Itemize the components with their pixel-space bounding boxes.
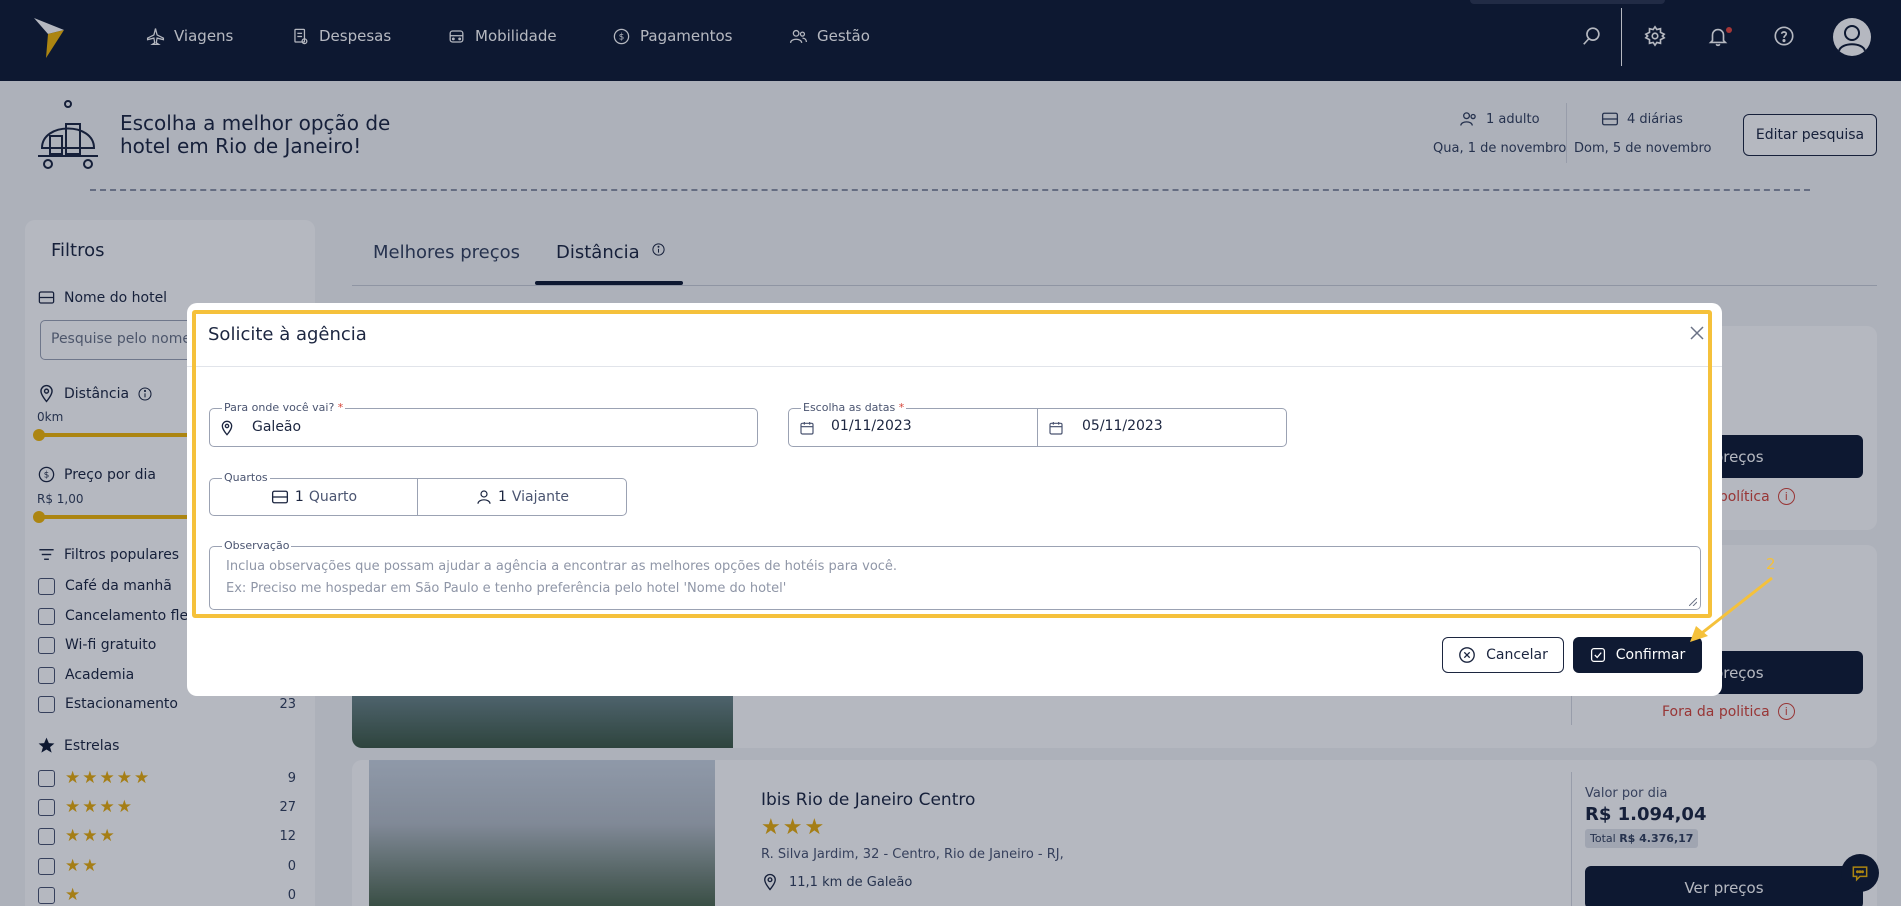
check-square-icon: [1590, 647, 1605, 663]
confirm-label: Confirmar: [1615, 647, 1686, 663]
cancel-button[interactable]: Cancelar: [1442, 637, 1564, 673]
annotation-highlight-box: [192, 310, 1712, 618]
annotation-arrow-icon: [1690, 576, 1773, 642]
cancel-label: Cancelar: [1486, 647, 1548, 663]
close-circle-icon: [1459, 647, 1475, 663]
